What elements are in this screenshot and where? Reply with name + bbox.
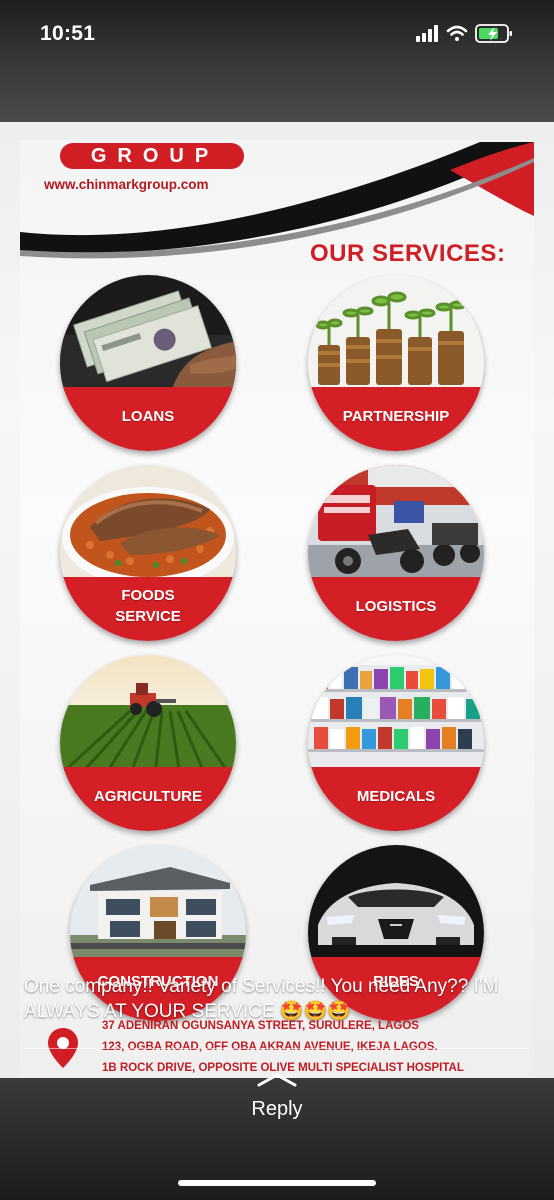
signal-icon bbox=[416, 25, 438, 42]
reply-button[interactable]: Reply bbox=[0, 1098, 554, 1121]
service-label: FOODS SERVICE bbox=[60, 577, 236, 641]
service-label-text: FOODS SERVICE bbox=[115, 587, 181, 625]
jollof-rice-plate-image bbox=[60, 465, 236, 585]
status-time: 10:51 bbox=[40, 22, 96, 45]
story-caption: One company!! Variety of Services!! You … bbox=[24, 976, 499, 1022]
services-title: OUR SERVICES: bbox=[310, 240, 506, 267]
modern-house-image bbox=[70, 845, 246, 965]
address-line-2: 123, OGBA ROAD, OFF OBA AKRAN AVENUE, IK… bbox=[102, 1041, 438, 1053]
services-flyer: GROUP www.chinmarkgroup.com OUR SERVICES… bbox=[20, 140, 534, 1078]
service-foods: FOODS SERVICE bbox=[60, 465, 236, 641]
delivery-motorbikes-image bbox=[308, 465, 484, 585]
coins-with-seedlings-image bbox=[308, 275, 484, 395]
website-url: www.chinmarkgroup.com bbox=[44, 177, 209, 192]
pharmacy-shelves-image bbox=[308, 655, 484, 775]
service-partnership: PARTNERSHIP bbox=[308, 275, 484, 451]
status-icons bbox=[416, 24, 512, 43]
battery-charging-icon bbox=[475, 24, 512, 43]
service-label: AGRICULTURE bbox=[60, 767, 236, 831]
caption-divider bbox=[24, 1048, 530, 1049]
service-label: LOANS bbox=[60, 387, 236, 451]
chevron-up-icon[interactable] bbox=[256, 1072, 298, 1088]
brand-group-logo: GROUP bbox=[60, 143, 244, 169]
service-agriculture: AGRICULTURE bbox=[60, 655, 236, 831]
story-image: GROUP www.chinmarkgroup.com OUR SERVICES… bbox=[0, 122, 554, 1078]
luxury-car-image bbox=[308, 845, 484, 965]
service-logistics: LOGISTICS bbox=[308, 465, 484, 641]
home-indicator[interactable] bbox=[178, 1180, 376, 1186]
service-medicals: MEDICALS bbox=[308, 655, 484, 831]
service-label: LOGISTICS bbox=[308, 577, 484, 641]
service-label: PARTNERSHIP bbox=[308, 387, 484, 451]
cash-in-hand-image bbox=[60, 275, 236, 395]
tractor-field-image bbox=[60, 655, 236, 775]
wifi-icon bbox=[446, 25, 468, 41]
status-bar: 10:51 bbox=[0, 0, 554, 70]
service-label: MEDICALS bbox=[308, 767, 484, 831]
service-loans: LOANS bbox=[60, 275, 236, 451]
